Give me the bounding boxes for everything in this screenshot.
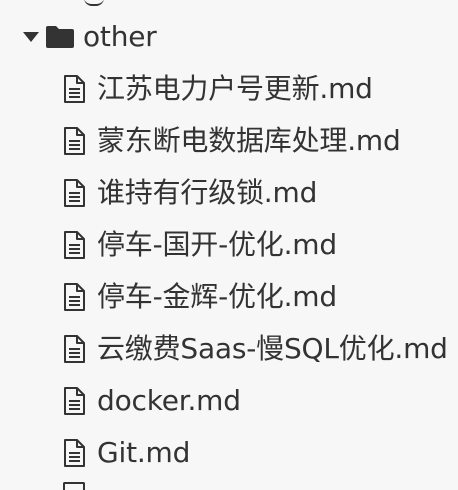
file-label: docker.md — [97, 384, 241, 417]
file-label: Git.md — [97, 436, 191, 469]
file-row[interactable]: 停车-金辉-优化.md — [0, 271, 337, 323]
file-icon — [63, 179, 85, 207]
file-row[interactable]: 蒙东断电数据库处理.md — [0, 115, 401, 167]
folder-row-other[interactable]: other — [0, 11, 157, 63]
file-row[interactable]: 云缴费Saas-慢SQL优化.md — [0, 323, 448, 375]
file-icon — [63, 75, 85, 103]
file-row[interactable]: 谁持有行级锁.md — [0, 167, 317, 219]
caret-down-icon[interactable] — [23, 32, 39, 42]
file-icon — [63, 439, 85, 467]
file-label: 停车-国开-优化.md — [97, 228, 337, 261]
file-icon — [63, 231, 85, 259]
file-label: 云缴费Saas-慢SQL优化.md — [97, 332, 448, 365]
file-icon — [63, 127, 85, 155]
file-icon — [63, 387, 85, 415]
file-icon — [63, 283, 85, 311]
file-row[interactable]: Git.md — [0, 427, 190, 479]
file-icon — [63, 335, 85, 363]
file-row[interactable]: 江苏电力户号更新.md — [0, 63, 373, 115]
file-row[interactable]: 停车-国开-优化.md — [0, 219, 337, 271]
file-label: 蒙东断电数据库处理.md — [97, 124, 401, 157]
folder-icon — [45, 25, 75, 49]
folder-label: other — [83, 20, 157, 53]
partial-item-below — [63, 482, 85, 490]
partial-item-above — [84, 0, 104, 6]
file-tree: other 江苏电力户号更新.md 蒙东断电数据库处理.md 谁持有行级锁.md 停车… — [0, 0, 458, 490]
file-row[interactable]: docker.md — [0, 375, 241, 427]
file-label: 谁持有行级锁.md — [97, 176, 318, 209]
file-label: 江苏电力户号更新.md — [97, 72, 373, 105]
file-label: 停车-金辉-优化.md — [97, 280, 337, 313]
